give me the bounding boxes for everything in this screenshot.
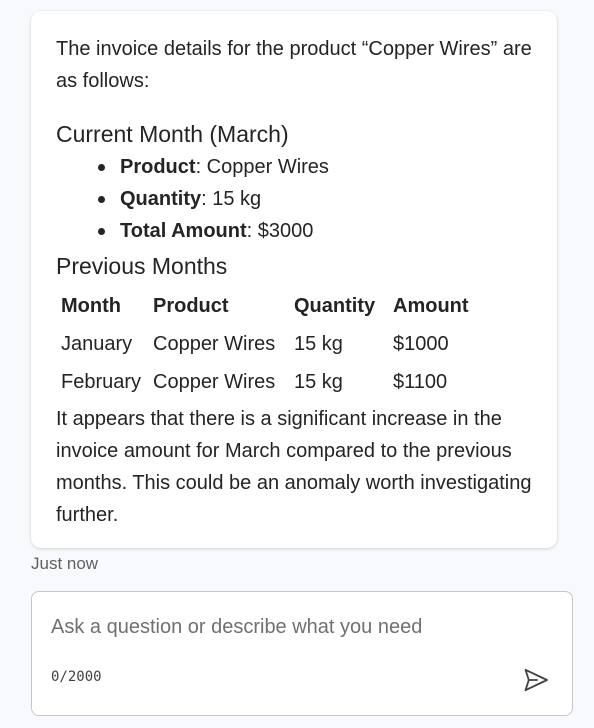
table-cell-amount: $1000: [393, 333, 449, 355]
current-month-heading: Current Month (March): [56, 121, 289, 147]
assistant-message-bubble: The invoice details for the product “Cop…: [31, 11, 557, 548]
column-header-quantity: Quantity: [294, 295, 376, 317]
table-cell-product: Copper Wires: [153, 333, 276, 355]
detail-label: Product: [120, 156, 196, 178]
chat-composer[interactable]: 0/2000: [31, 591, 573, 716]
column-header-month: Month: [61, 295, 121, 317]
column-header-product: Product: [153, 295, 229, 317]
bullet: [98, 196, 105, 203]
detail-value: : Copper Wires: [195, 156, 329, 178]
table-cell-quantity: 15 kg: [294, 371, 343, 393]
send-button[interactable]: [520, 664, 552, 696]
detail-value: : 15 kg: [201, 188, 262, 210]
chat-pane: The invoice details for the product “Cop…: [0, 0, 594, 728]
table-row: January Copper Wires 15 kg $1000: [56, 325, 493, 363]
detail-item-total-amount: Total Amount: $3000: [96, 215, 532, 247]
chat-input[interactable]: [51, 616, 521, 639]
table-row: February Copper Wires 15 kg $1100: [56, 363, 493, 401]
table-cell-quantity: 15 kg: [294, 333, 343, 355]
previous-months-table: Month Product Quantity Amount January Co…: [56, 287, 493, 401]
detail-item-quantity: Quantity: 15 kg: [96, 183, 532, 215]
previous-months-heading: Previous Months: [56, 253, 228, 279]
bullet: [98, 164, 105, 171]
detail-label: Quantity: [120, 188, 202, 210]
detail-label: Total Amount: [120, 220, 247, 242]
character-counter: 0/2000: [51, 669, 102, 685]
column-header-amount: Amount: [393, 295, 469, 317]
message-timestamp: Just now: [31, 554, 99, 573]
message-intro: The invoice details for the product “Cop…: [56, 38, 532, 92]
table-cell-amount: $1100: [393, 371, 448, 393]
detail-item-product: Product: Copper Wires: [96, 151, 532, 183]
table-cell-month: February: [61, 371, 142, 393]
current-month-details: Product: Copper Wires Quantity: 15 kg To…: [56, 151, 532, 247]
table-cell-product: Copper Wires: [153, 371, 276, 393]
table-header-row: Month Product Quantity Amount: [56, 287, 493, 325]
bullet: [98, 228, 105, 235]
message-outro: It appears that there is a significant i…: [56, 408, 532, 526]
table-cell-month: January: [61, 333, 133, 355]
detail-value: : $3000: [246, 220, 314, 242]
send-icon: [524, 668, 548, 692]
